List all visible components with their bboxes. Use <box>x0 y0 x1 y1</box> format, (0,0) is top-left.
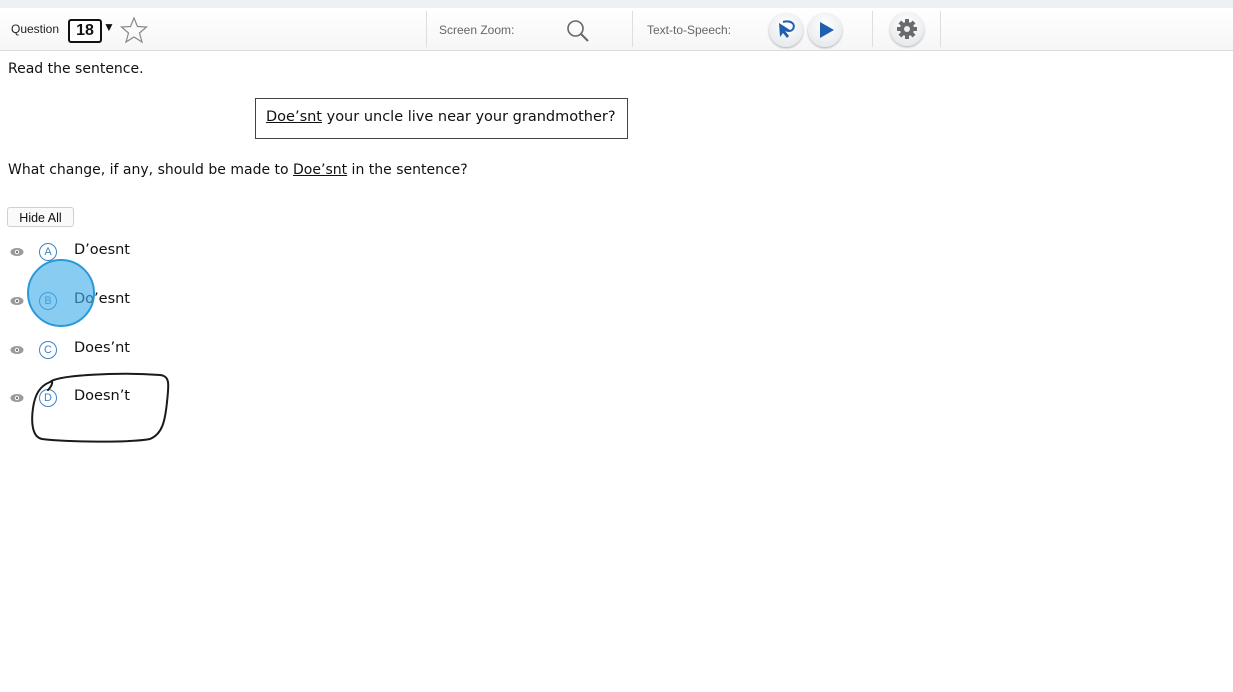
star-icon[interactable] <box>119 16 149 44</box>
tts-pointer-icon <box>779 20 795 38</box>
sentence-box: Doe’snt your uncle live near your grandm… <box>255 98 628 139</box>
option-letter[interactable]: C <box>39 341 57 359</box>
question-dropdown-caret[interactable]: ▼ <box>103 20 115 34</box>
screen-zoom-label: Screen Zoom: <box>439 23 515 37</box>
option-text[interactable]: Doesn’t <box>74 388 130 404</box>
toolbar-divider <box>872 11 873 47</box>
toolbar: Question 18 ▼ Screen Zoom: Text-to-Speec… <box>0 8 1233 51</box>
question-text-before: What change, if any, should be made to <box>8 162 294 178</box>
answer-option-d[interactable]: D Doesn’t <box>0 387 300 411</box>
settings-button[interactable] <box>890 12 924 46</box>
toolbar-divider <box>426 11 427 47</box>
answer-option-c[interactable]: C Does’nt <box>0 339 300 363</box>
tts-play-button[interactable] <box>808 13 842 47</box>
option-text[interactable]: Does’nt <box>74 340 130 356</box>
gear-icon <box>897 19 917 39</box>
question-prompt: What change, if any, should be made to D… <box>8 162 468 178</box>
search-icon[interactable] <box>564 17 592 45</box>
toolbar-divider <box>940 11 941 47</box>
instruction-text: Read the sentence. <box>8 61 144 77</box>
hide-all-button[interactable]: Hide All <box>7 207 74 227</box>
answer-option-a[interactable]: A D’oesnt <box>0 241 300 265</box>
answer-option-b[interactable]: B Do’esnt <box>0 290 300 314</box>
tts-label: Text-to-Speech: <box>647 23 732 37</box>
sentence-rest: your uncle live near your grandmother? <box>322 109 616 125</box>
toolbar-divider <box>632 11 633 47</box>
question-number[interactable]: 18 <box>68 19 102 43</box>
eye-icon[interactable] <box>10 393 24 403</box>
sentence-underlined-word: Doe’snt <box>266 109 322 125</box>
question-underlined-word: Doe’snt <box>293 162 348 178</box>
eye-icon[interactable] <box>10 247 24 257</box>
play-icon <box>820 22 834 38</box>
option-letter[interactable]: A <box>39 243 57 261</box>
question-text-after: in the sentence? <box>347 162 468 178</box>
option-letter[interactable]: B <box>39 292 57 310</box>
window-top-strip <box>0 0 1233 8</box>
tts-select-button[interactable] <box>769 13 803 47</box>
option-letter[interactable]: D <box>39 389 57 407</box>
option-text[interactable]: Do’esnt <box>74 291 130 307</box>
eye-icon[interactable] <box>10 296 24 306</box>
eye-icon[interactable] <box>10 345 24 355</box>
question-label: Question <box>11 22 60 36</box>
option-text[interactable]: D’oesnt <box>74 242 130 258</box>
